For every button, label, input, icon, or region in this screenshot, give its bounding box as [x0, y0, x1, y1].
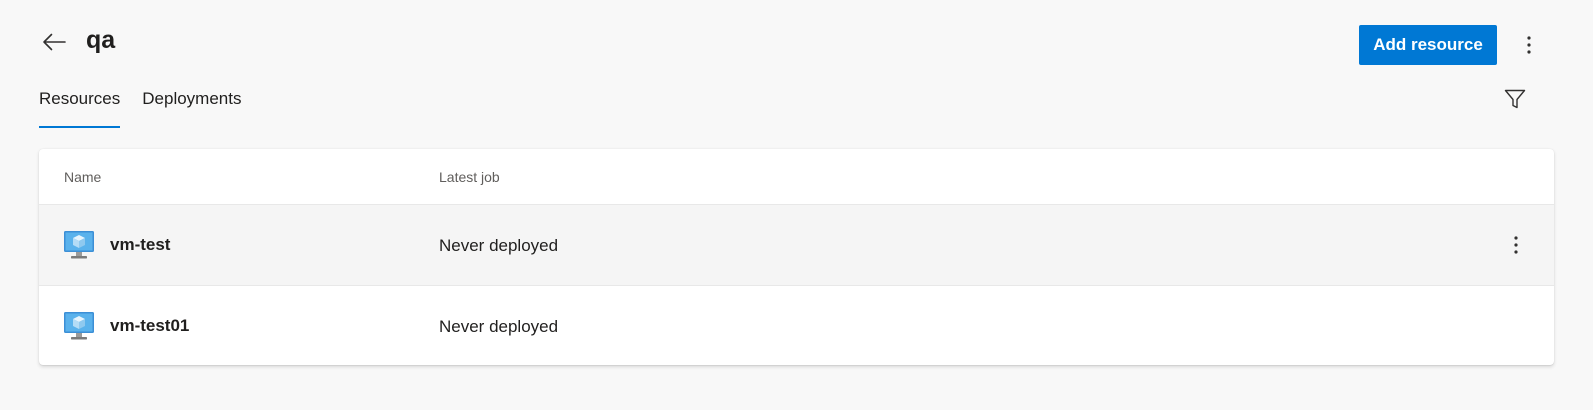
more-vertical-icon [1527, 36, 1531, 54]
filter-icon [1504, 89, 1526, 109]
environment-page: qa Add resource Resources Deployments Na… [0, 0, 1593, 410]
more-vertical-icon [1514, 236, 1518, 254]
table-header: Name Latest job [39, 149, 1554, 205]
tab-deployments[interactable]: Deployments [142, 86, 241, 128]
resource-name[interactable]: vm-test [110, 233, 170, 257]
tab-bar: Resources Deployments [39, 86, 263, 130]
resource-name[interactable]: vm-test01 [110, 314, 189, 338]
virtual-machine-icon [64, 231, 94, 259]
column-header-name[interactable]: Name [64, 167, 101, 187]
page-title: qa [86, 26, 116, 54]
arrow-left-icon [43, 33, 66, 51]
table-row[interactable]: vm-test Never deployed [39, 205, 1554, 285]
filter-button[interactable] [1500, 84, 1530, 114]
back-button[interactable] [38, 26, 70, 58]
row-more-button[interactable] [1501, 230, 1531, 260]
tab-resources[interactable]: Resources [39, 86, 121, 128]
add-resource-button[interactable]: Add resource [1359, 25, 1497, 65]
table-row[interactable]: vm-test01 Never deployed [39, 285, 1554, 365]
virtual-machine-icon [64, 312, 94, 340]
latest-job-status: Never deployed [439, 317, 559, 336]
column-header-latest-job[interactable]: Latest job [439, 167, 500, 187]
page-more-button[interactable] [1514, 30, 1544, 60]
resources-table: Name Latest job vm-test Never deployed v… [39, 149, 1554, 365]
latest-job-status: Never deployed [439, 236, 559, 255]
